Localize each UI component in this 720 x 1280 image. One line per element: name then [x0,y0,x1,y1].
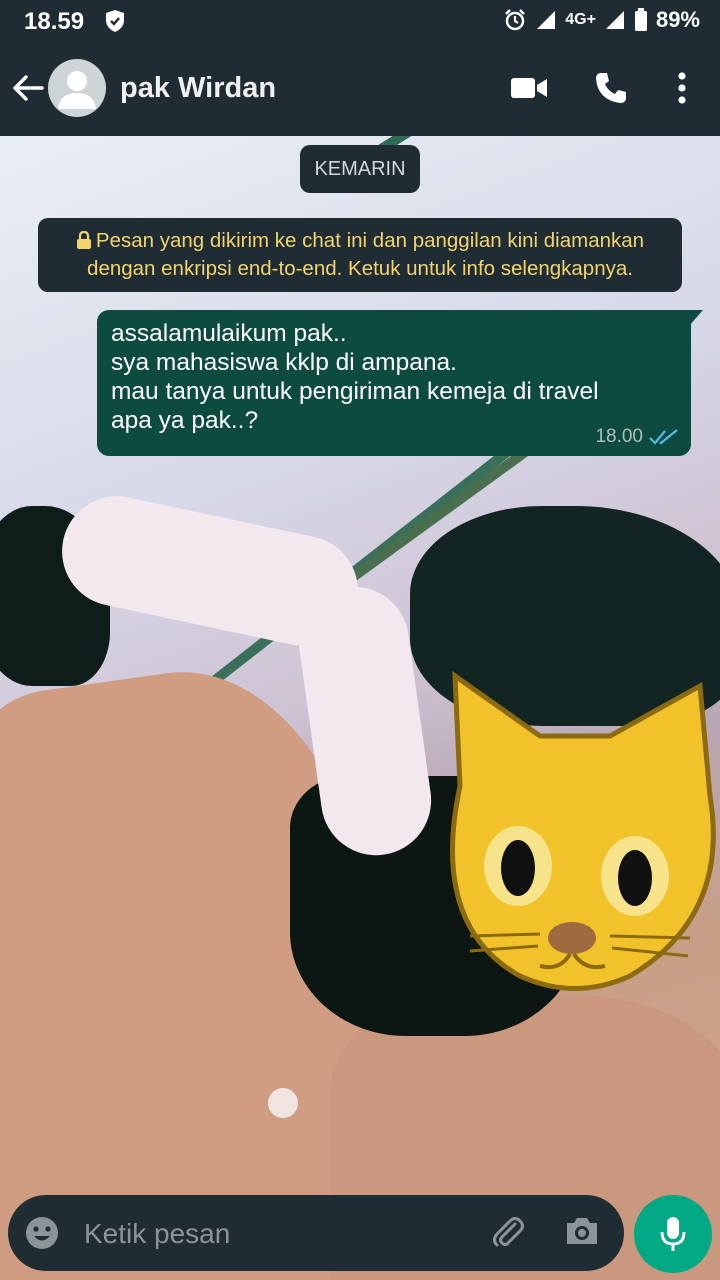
message-line: mau tanya untuk pengiriman kemeja di tra… [111,378,599,405]
chat-wallpaper [0,136,720,1280]
back-button[interactable] [10,70,46,106]
encryption-notice-text: Pesan yang dikirim ke chat ini dan pangg… [87,229,645,280]
date-chip: KEMARIN [300,145,420,193]
contact-name[interactable]: pak Wirdan [120,72,276,105]
message-meta: 18.00 [595,426,679,448]
more-options-icon [678,72,686,104]
back-arrow-icon [13,75,44,101]
status-bar: 18.59 4G+ 89% [0,0,720,42]
more-options-button[interactable] [662,68,702,108]
mic-icon [660,1217,686,1251]
message-composer [8,1195,624,1271]
emoji-button[interactable] [24,1215,60,1251]
encryption-notice[interactable]: Pesan yang dikirim ke chat ini dan pangg… [38,218,682,292]
status-time: 18.59 [24,8,85,35]
double-check-icon [649,429,678,445]
shield-icon [106,10,124,32]
message-line: sya mahasiswa kklp di ampana. [111,349,457,376]
lock-icon [76,231,91,249]
network-type: 4G+ [565,11,596,28]
video-call-button[interactable] [509,68,549,108]
voice-call-icon [596,73,626,103]
alarm-icon [505,9,526,31]
message-bubble-outgoing[interactable]: assalamulaikum pak.. sya mahasiswa kklp … [97,310,703,456]
video-call-icon [511,78,547,98]
bubble-tail [689,310,703,326]
avatar[interactable] [48,59,106,117]
signal-icon [605,11,624,29]
message-time: 18.00 [595,426,643,447]
message-line: apa ya pak..? [111,407,259,434]
cat-face-sticker [450,671,716,991]
attach-icon [493,1217,524,1247]
chat-header: pak Wirdan [0,42,720,136]
camera-icon [567,1218,597,1244]
message-line: assalamulaikum pak.. [111,320,347,347]
voice-call-button[interactable] [591,68,631,108]
camera-button[interactable] [564,1215,600,1251]
avatar-icon [58,71,96,109]
battery-percent: 89% [655,7,700,32]
message-input[interactable] [82,1213,466,1255]
signal-icon [537,11,556,29]
battery-icon [634,8,647,31]
attach-button[interactable] [490,1215,526,1251]
mic-button[interactable] [634,1195,712,1273]
emoji-icon [26,1217,58,1249]
